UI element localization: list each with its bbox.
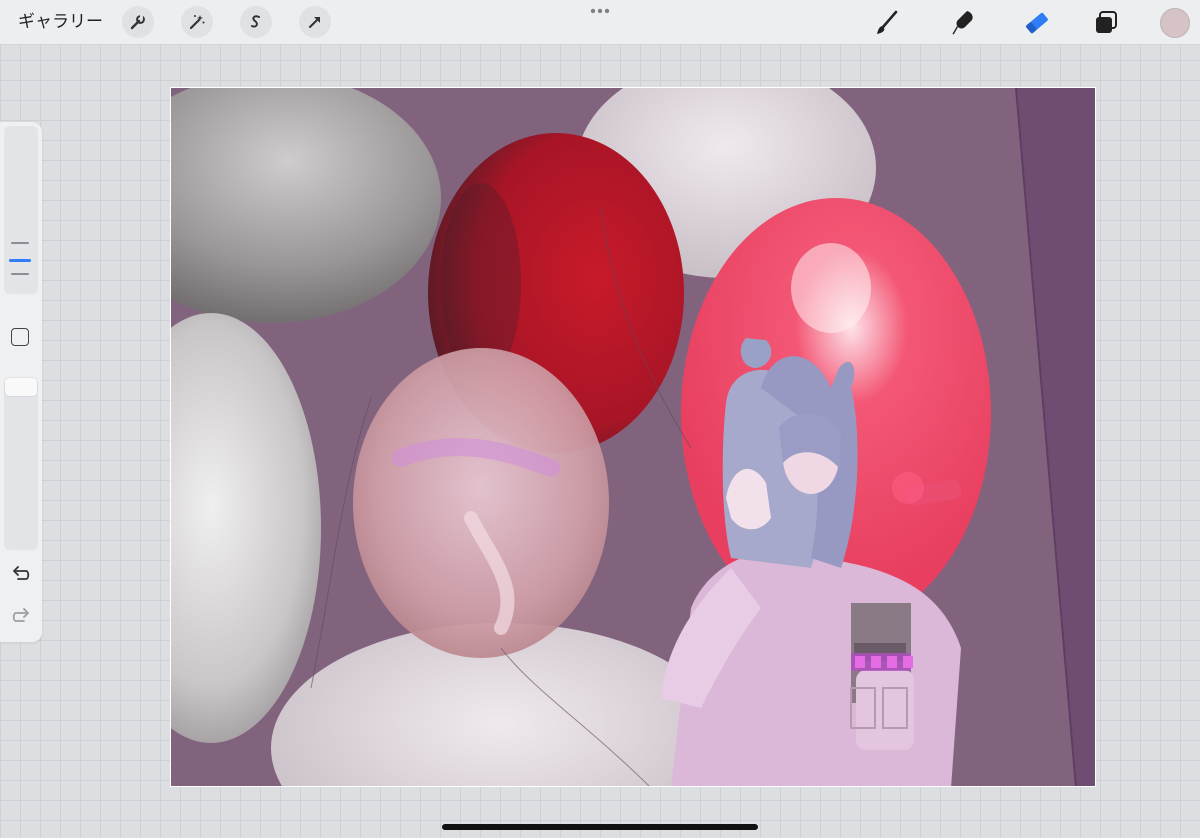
size-tick-mark	[11, 242, 29, 244]
left-sidebar	[0, 122, 42, 642]
balloons-illustration	[171, 88, 1095, 786]
adjustments-button[interactable]	[181, 6, 213, 38]
wrench-icon	[130, 15, 145, 30]
selection-icon	[251, 15, 260, 28]
brush-size-slider[interactable]	[4, 126, 38, 294]
brush-size-handle[interactable]	[9, 259, 31, 262]
brush-icon	[877, 10, 898, 34]
actions-wrench-button[interactable]	[122, 6, 154, 38]
eraser-icon	[1026, 12, 1048, 34]
color-picker-button[interactable]	[1160, 8, 1190, 38]
undo-icon[interactable]	[10, 566, 32, 584]
transform-button[interactable]	[299, 6, 331, 38]
eraser-tool-button[interactable]	[1020, 6, 1054, 40]
selection-button[interactable]	[240, 6, 272, 38]
layers-button[interactable]	[1089, 6, 1123, 40]
size-tick-mark	[11, 273, 29, 275]
smudge-icon	[952, 11, 973, 35]
home-indicator[interactable]	[442, 824, 758, 830]
modify-button[interactable]	[11, 328, 29, 346]
magic-wand-icon	[189, 15, 205, 30]
redo-icon[interactable]	[10, 608, 32, 626]
top-toolbar: ギャラリー	[0, 0, 1200, 45]
smudge-tool-button[interactable]	[946, 6, 980, 40]
gallery-button[interactable]: ギャラリー	[18, 10, 103, 34]
transform-arrow-icon	[309, 17, 320, 28]
more-options-icon[interactable]	[588, 4, 612, 18]
opacity-handle[interactable]	[5, 378, 37, 396]
drawing-canvas[interactable]	[170, 87, 1096, 787]
opacity-slider[interactable]	[4, 378, 38, 550]
brush-tool-button[interactable]	[870, 6, 904, 40]
layers-icon	[1096, 11, 1117, 33]
